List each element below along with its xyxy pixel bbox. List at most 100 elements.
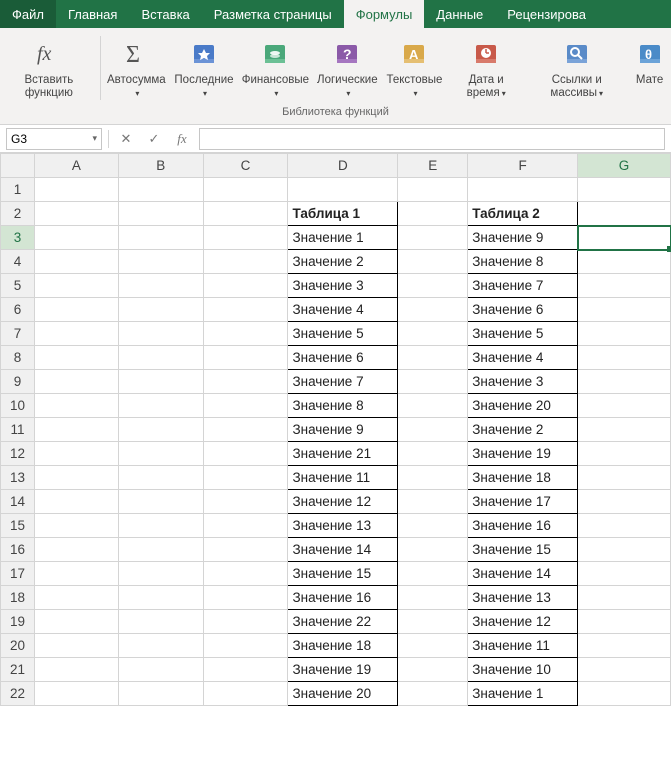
cell-F22[interactable]: Значение 1	[468, 682, 578, 706]
cell-E13[interactable]	[398, 466, 468, 490]
cell-A4[interactable]	[34, 250, 118, 274]
cell-A12[interactable]	[34, 442, 118, 466]
cell-B17[interactable]	[118, 562, 203, 586]
logical-button[interactable]: ? Логические▾	[313, 32, 382, 104]
cell-C16[interactable]	[203, 538, 288, 562]
cell-B18[interactable]	[118, 586, 203, 610]
cell-A3[interactable]	[34, 226, 118, 250]
cell-G9[interactable]	[578, 370, 671, 394]
cell-G3[interactable]	[578, 226, 671, 250]
cell-G15[interactable]	[578, 514, 671, 538]
cell-C1[interactable]	[203, 178, 288, 202]
cell-A20[interactable]	[34, 634, 118, 658]
cell-A6[interactable]	[34, 298, 118, 322]
cell-A8[interactable]	[34, 346, 118, 370]
row-header-20[interactable]: 20	[1, 634, 35, 658]
cell-A7[interactable]	[34, 322, 118, 346]
cell-B6[interactable]	[118, 298, 203, 322]
cell-G20[interactable]	[578, 634, 671, 658]
cell-C13[interactable]	[203, 466, 288, 490]
cell-C6[interactable]	[203, 298, 288, 322]
cell-E21[interactable]	[398, 658, 468, 682]
cell-G12[interactable]	[578, 442, 671, 466]
cell-A19[interactable]	[34, 610, 118, 634]
cell-E20[interactable]	[398, 634, 468, 658]
cell-D20[interactable]: Значение 18	[288, 634, 398, 658]
tab-page-layout[interactable]: Разметка страницы	[202, 0, 344, 28]
row-header-8[interactable]: 8	[1, 346, 35, 370]
cell-A16[interactable]	[34, 538, 118, 562]
cell-A5[interactable]	[34, 274, 118, 298]
tab-data[interactable]: Данные	[424, 0, 495, 28]
cell-D4[interactable]: Значение 2	[288, 250, 398, 274]
cell-E12[interactable]	[398, 442, 468, 466]
column-header-G[interactable]: G	[578, 154, 671, 178]
cell-C3[interactable]	[203, 226, 288, 250]
cell-F17[interactable]: Значение 14	[468, 562, 578, 586]
cell-C7[interactable]	[203, 322, 288, 346]
row-header-1[interactable]: 1	[1, 178, 35, 202]
cell-G2[interactable]	[578, 202, 671, 226]
cell-B7[interactable]	[118, 322, 203, 346]
cell-G1[interactable]	[578, 178, 671, 202]
cell-D19[interactable]: Значение 22	[288, 610, 398, 634]
formula-input[interactable]	[199, 128, 665, 150]
accept-formula-icon[interactable]: ✓	[143, 128, 165, 150]
cell-C5[interactable]	[203, 274, 288, 298]
autosum-button[interactable]: Σ Автосумма▾	[103, 32, 170, 104]
cell-G10[interactable]	[578, 394, 671, 418]
cell-F7[interactable]: Значение 5	[468, 322, 578, 346]
cell-D9[interactable]: Значение 7	[288, 370, 398, 394]
cell-B2[interactable]	[118, 202, 203, 226]
row-header-19[interactable]: 19	[1, 610, 35, 634]
cell-F12[interactable]: Значение 19	[468, 442, 578, 466]
row-header-17[interactable]: 17	[1, 562, 35, 586]
row-header-11[interactable]: 11	[1, 418, 35, 442]
cell-F14[interactable]: Значение 17	[468, 490, 578, 514]
fx-button[interactable]: fx	[171, 128, 193, 150]
column-header-B[interactable]: B	[118, 154, 203, 178]
cell-G21[interactable]	[578, 658, 671, 682]
cell-E3[interactable]	[398, 226, 468, 250]
row-header-22[interactable]: 22	[1, 682, 35, 706]
cell-E7[interactable]	[398, 322, 468, 346]
cell-B13[interactable]	[118, 466, 203, 490]
cell-D18[interactable]: Значение 16	[288, 586, 398, 610]
cell-B1[interactable]	[118, 178, 203, 202]
cell-A1[interactable]	[34, 178, 118, 202]
cell-C22[interactable]	[203, 682, 288, 706]
row-header-21[interactable]: 21	[1, 658, 35, 682]
row-header-16[interactable]: 16	[1, 538, 35, 562]
cell-C8[interactable]	[203, 346, 288, 370]
cell-F21[interactable]: Значение 10	[468, 658, 578, 682]
cell-D13[interactable]: Значение 11	[288, 466, 398, 490]
cell-F6[interactable]: Значение 6	[468, 298, 578, 322]
cell-F8[interactable]: Значение 4	[468, 346, 578, 370]
cell-G7[interactable]	[578, 322, 671, 346]
tab-home[interactable]: Главная	[56, 0, 129, 28]
cell-G5[interactable]	[578, 274, 671, 298]
cell-D17[interactable]: Значение 15	[288, 562, 398, 586]
row-header-14[interactable]: 14	[1, 490, 35, 514]
cell-B8[interactable]	[118, 346, 203, 370]
cell-E1[interactable]	[398, 178, 468, 202]
row-header-6[interactable]: 6	[1, 298, 35, 322]
cell-G6[interactable]	[578, 298, 671, 322]
cell-E10[interactable]	[398, 394, 468, 418]
insert-function-button[interactable]: fx Вставить функцию	[0, 32, 98, 104]
cell-C14[interactable]	[203, 490, 288, 514]
cell-D11[interactable]: Значение 9	[288, 418, 398, 442]
cell-D8[interactable]: Значение 6	[288, 346, 398, 370]
cell-G16[interactable]	[578, 538, 671, 562]
cell-C4[interactable]	[203, 250, 288, 274]
row-header-13[interactable]: 13	[1, 466, 35, 490]
cell-F2[interactable]: Таблица 2	[468, 202, 578, 226]
cell-D15[interactable]: Значение 13	[288, 514, 398, 538]
cell-C20[interactable]	[203, 634, 288, 658]
cell-B20[interactable]	[118, 634, 203, 658]
cell-F10[interactable]: Значение 20	[468, 394, 578, 418]
cell-C2[interactable]	[203, 202, 288, 226]
cell-B22[interactable]	[118, 682, 203, 706]
row-header-4[interactable]: 4	[1, 250, 35, 274]
cell-F3[interactable]: Значение 9	[468, 226, 578, 250]
